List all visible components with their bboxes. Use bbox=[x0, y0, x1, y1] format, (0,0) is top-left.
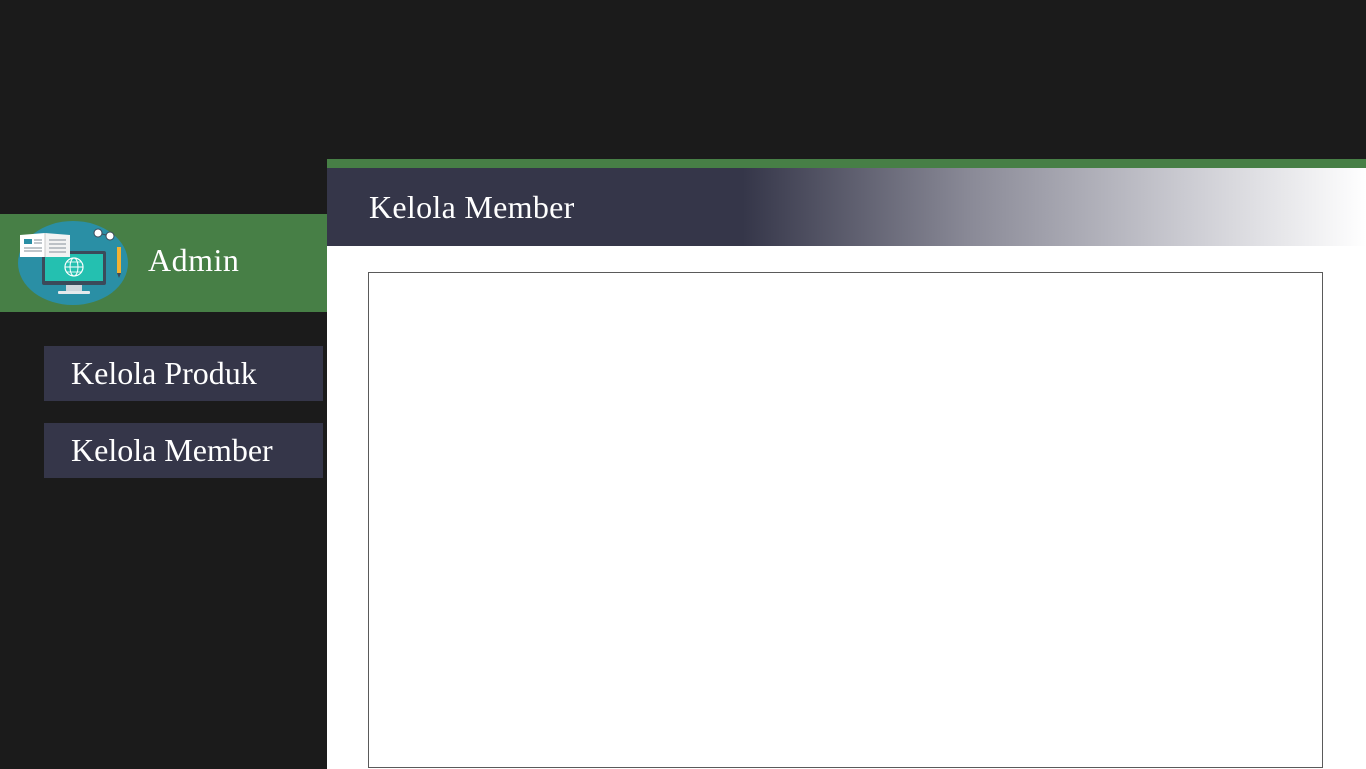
admin-label: Admin bbox=[148, 242, 240, 278]
sidebar-item-kelola-produk[interactable]: Kelola Produk bbox=[44, 346, 323, 401]
sidebar-profile-header: Admin bbox=[0, 214, 327, 312]
computer-education-icon bbox=[18, 221, 128, 305]
content-area bbox=[368, 272, 1323, 768]
sidebar-item-kelola-member[interactable]: Kelola Member bbox=[44, 423, 323, 478]
page-title: Kelola Member bbox=[369, 189, 575, 225]
accent-stripe bbox=[327, 159, 1366, 168]
page-header: Kelola Member bbox=[327, 168, 1366, 246]
app-window: Admin Kelola Produk Kelola Member Kelola… bbox=[0, 0, 1366, 769]
main-panel: Kelola Member bbox=[327, 159, 1366, 769]
